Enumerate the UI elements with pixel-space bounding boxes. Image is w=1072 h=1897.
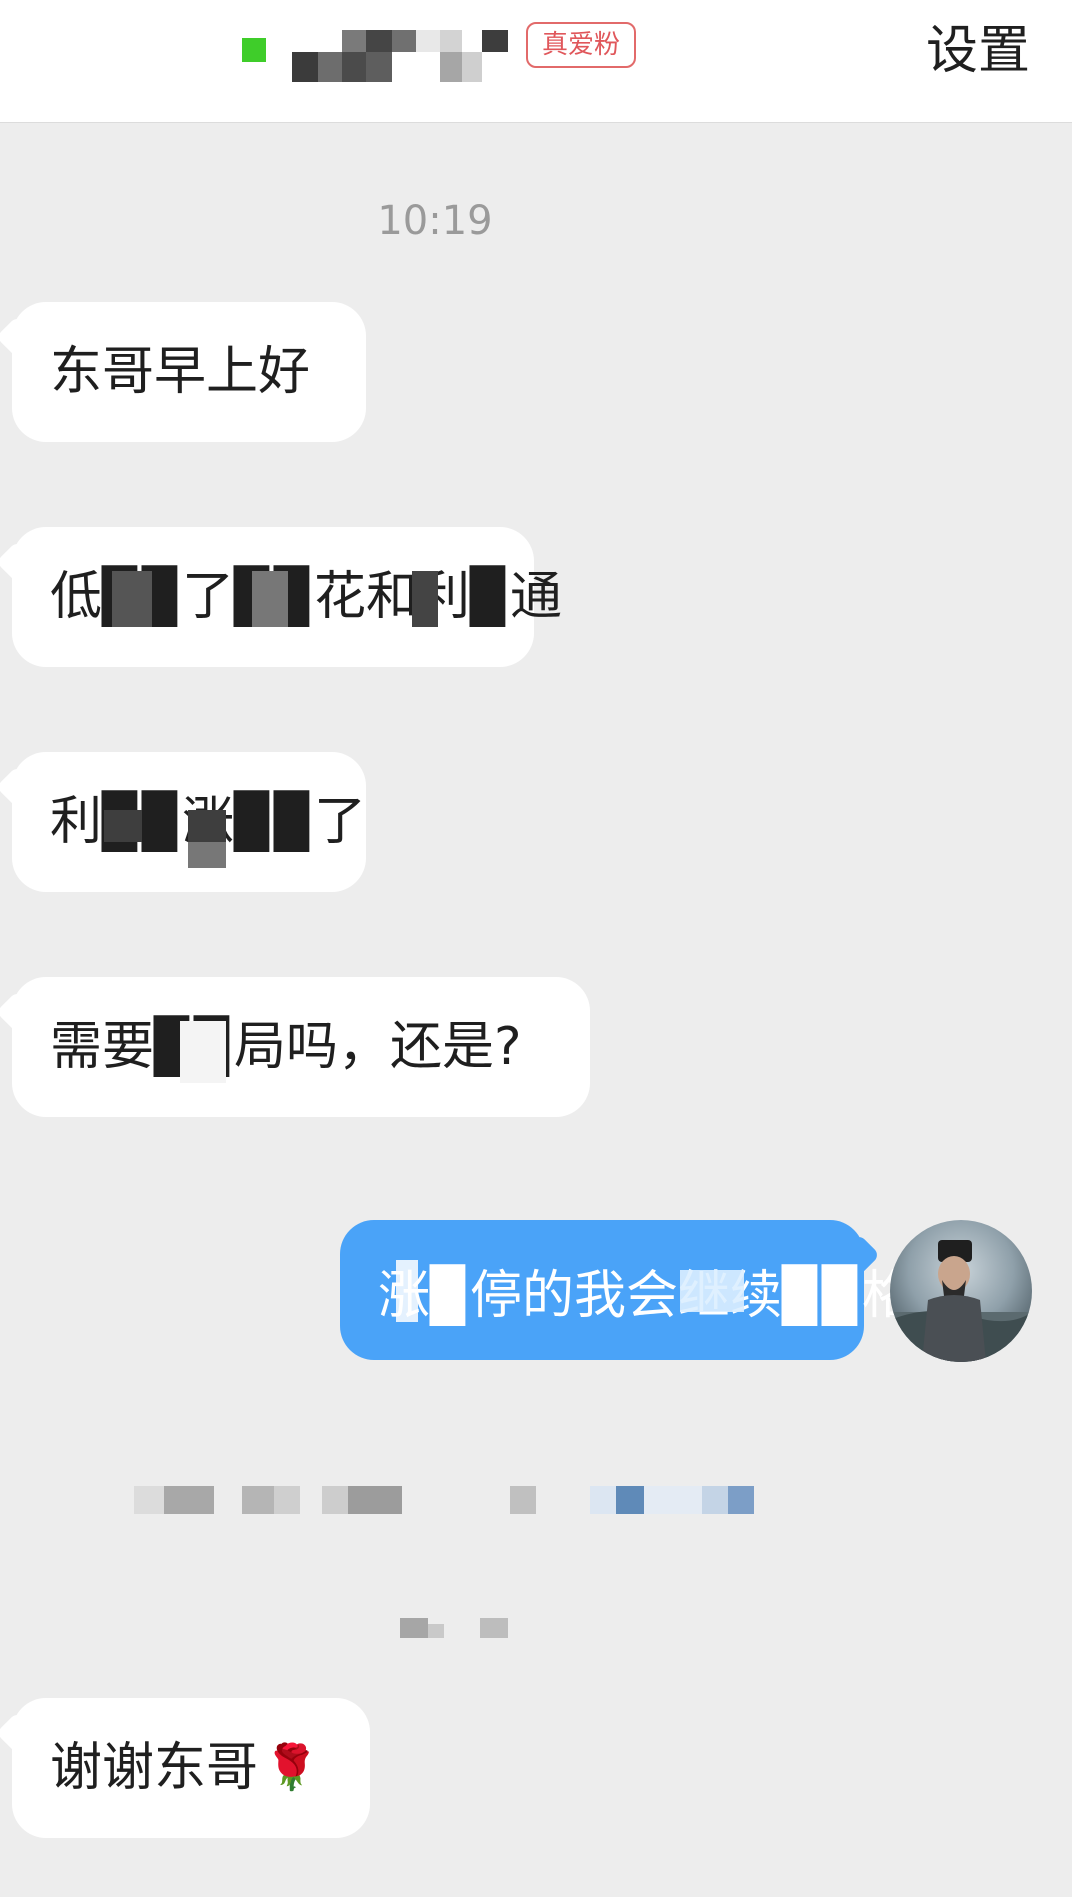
redacted-timestamp [400,1618,510,1638]
redaction-mosaic [252,571,288,627]
message-timestamp: 10:19 [377,198,493,244]
incoming-message[interactable]: 东哥早上好 [0,302,366,442]
settings-button[interactable]: 设置 [926,18,1030,84]
incoming-message[interactable]: 需要▉▉局吗，还是? [0,977,590,1117]
redaction-mosaic [188,842,226,868]
redaction-mosaic [112,571,152,627]
incoming-message[interactable]: 谢谢东哥 🌹 [0,1698,370,1838]
contact-name-redacted [292,22,510,92]
redaction-mosaic [188,810,226,842]
fan-badge: 真爱粉 [526,22,636,68]
redaction-mosaic [104,810,142,842]
message-text: 需要▉▉局吗，还是? [50,1017,522,1077]
incoming-message[interactable]: 利▉▉涨▉▉了 [0,752,366,892]
incoming-message[interactable]: 低▉▉了▉▉花和利▉通 [0,527,562,667]
message-text: 东哥早上好 [50,342,311,402]
redacted-system-notice [134,1486,754,1514]
avatar-icon[interactable] [890,1220,1032,1362]
outgoing-message[interactable]: 涨▉停的我会继续▉▉格 [340,1220,914,1360]
message-text: 涨▉停的我会继续▉▉格 [378,1265,914,1326]
message-text: 谢谢东哥 [50,1738,259,1798]
rose-emoji-icon: 🌹 [264,1742,319,1793]
redaction-mosaic [396,1260,418,1322]
redaction-mosaic [180,1021,226,1083]
online-status-icon [242,38,266,62]
chat-header: 真爱粉 设置 [0,0,1072,123]
redaction-mosaic [680,1270,744,1312]
redaction-mosaic [412,571,438,627]
